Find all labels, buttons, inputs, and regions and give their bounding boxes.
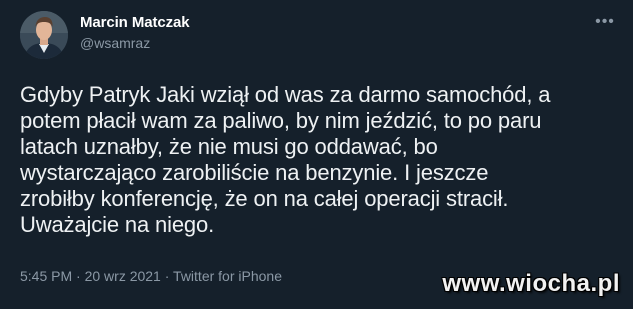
- tweet-text-line: Gdyby Patryk Jaki wziął od was za darmo …: [20, 82, 551, 107]
- author-display-name[interactable]: Marcin Matczak: [80, 13, 190, 33]
- avatar-photo-icon: [20, 11, 68, 59]
- tweet-text-line: potem płacił wam za paliwo, by nim jeźdz…: [20, 108, 542, 133]
- tweet-text-line: latach uznałby, że nie musi go oddawać, …: [20, 134, 438, 159]
- tweet-text: Gdyby Patryk Jaki wziął od was za darmo …: [20, 82, 615, 238]
- avatar[interactable]: [20, 11, 68, 59]
- tweet-timestamp-source[interactable]: 5:45 PM · 20 wrz 2021 · Twitter for iPho…: [20, 268, 282, 284]
- watermark: www.wiocha.pl: [442, 270, 620, 297]
- tweet-text-line: Uważajcie na niego.: [20, 212, 215, 237]
- tweet-text-line: wystarczająco zarobiliście na benzynie. …: [20, 160, 489, 185]
- author-handle[interactable]: @wsamraz: [80, 33, 189, 53]
- tweet-card: Marcin Matczak @wsamraz ••• Gdyby Patryk…: [0, 0, 633, 309]
- author-info[interactable]: Marcin Matczak @wsamraz: [80, 13, 190, 53]
- more-options-icon[interactable]: •••: [595, 12, 615, 32]
- tweet-text-line: zrobiłby konferencję, że on na całej ope…: [20, 186, 509, 211]
